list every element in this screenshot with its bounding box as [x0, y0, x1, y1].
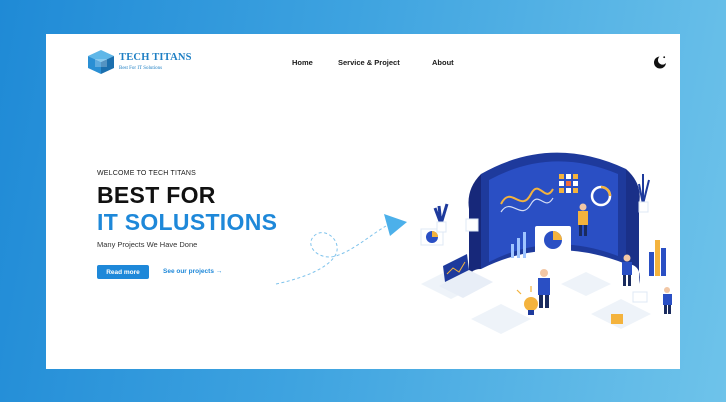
nav-service-project[interactable]: Service & Project: [338, 58, 400, 67]
moon-icon[interactable]: [653, 55, 667, 69]
dashed-path-decoration: [275, 214, 407, 285]
paper-plane-icon: [384, 214, 407, 236]
nav-home[interactable]: Home: [292, 58, 313, 67]
see-projects-link[interactable]: See our projects →: [163, 268, 222, 275]
nav-about[interactable]: About: [432, 58, 454, 67]
isometric-dashboard-illustration: [420, 152, 672, 334]
main-card: TECH TITANS Best For IT Solutions Home S…: [46, 34, 680, 369]
welcome-text: WELCOME TO TECH TITANS: [97, 170, 197, 177]
hero-headline: BEST FOR: [97, 182, 216, 208]
brand-title: TECH TITANS: [119, 52, 192, 64]
read-more-button[interactable]: Read more: [97, 265, 149, 279]
hero-tagline: Many Projects We Have Done: [97, 240, 198, 249]
logo-cube-icon: [88, 50, 114, 74]
brand-logo[interactable]: TECH TITANS Best For IT Solutions: [87, 49, 192, 75]
brand-subtitle: Best For IT Solutions: [119, 65, 163, 71]
hero-headline-accent: IT SOLUSTIONS: [97, 209, 278, 235]
